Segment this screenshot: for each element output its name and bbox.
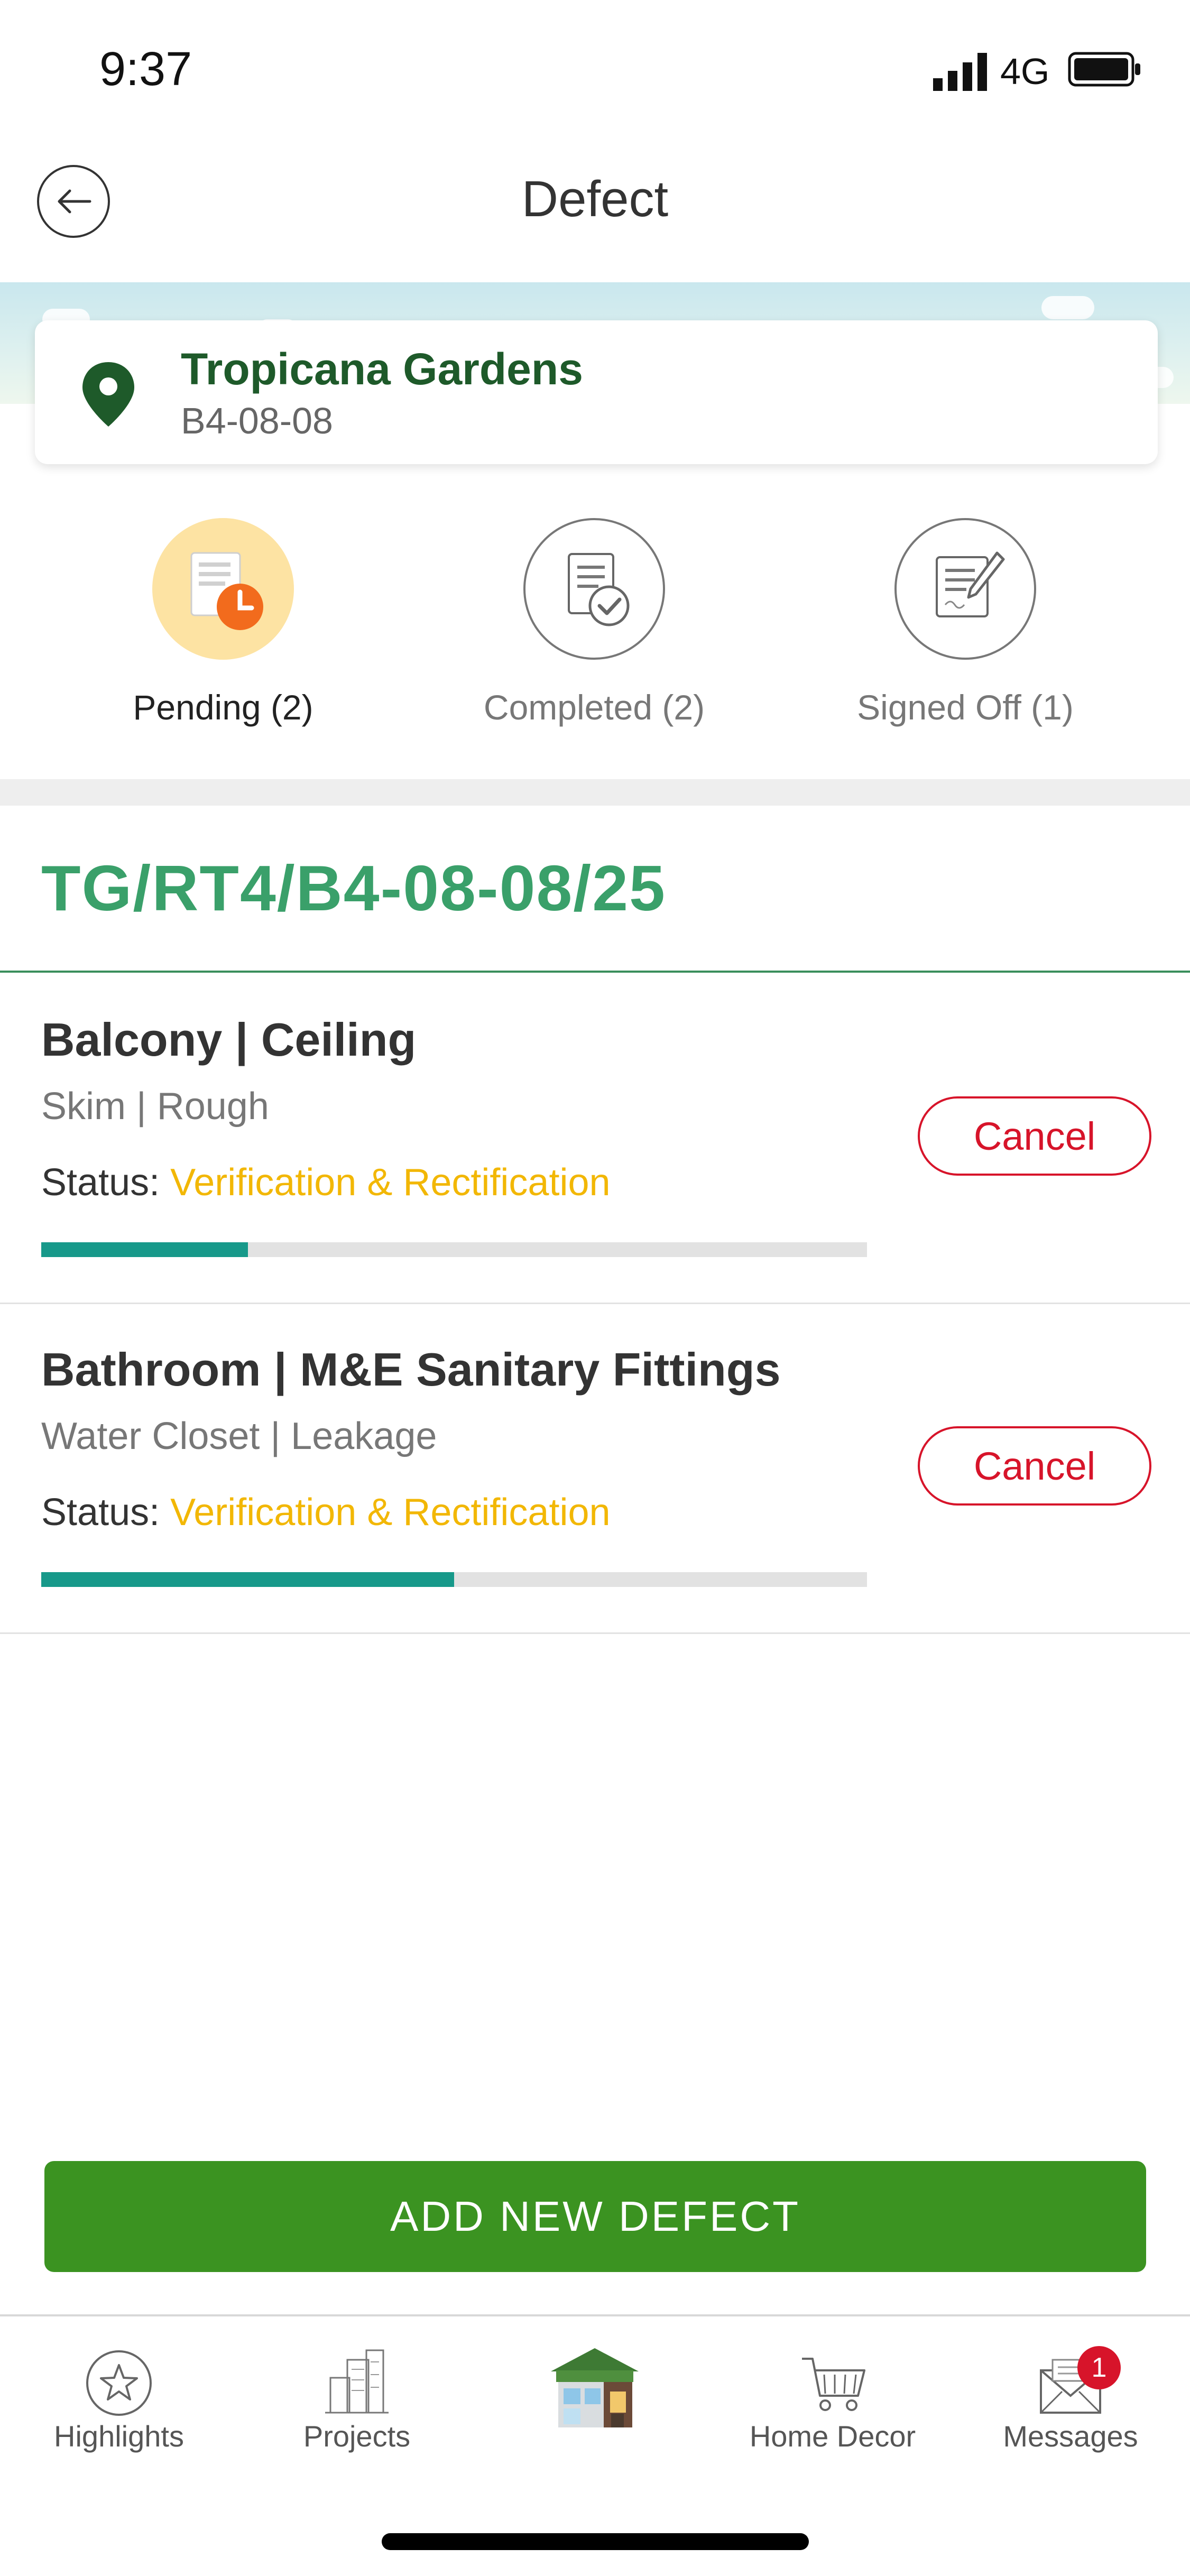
- add-new-defect-button[interactable]: ADD NEW DEFECT: [44, 2161, 1146, 2272]
- nav-projects-label: Projects: [303, 2420, 411, 2453]
- defect-subtitle: Skim | Rough: [41, 1085, 269, 1128]
- tab-signed-off-label: Signed Off (1): [857, 688, 1074, 727]
- status-value: Verification & Rectification: [170, 1491, 611, 1534]
- status-value: Verification & Rectification: [170, 1161, 611, 1204]
- defect-title: Bathroom | M&E Sanitary Fittings: [41, 1343, 781, 1396]
- tab-pending-label: Pending (2): [133, 688, 313, 727]
- nav-projects[interactable]: Projects: [238, 2316, 476, 2475]
- page-title: Defect: [521, 171, 669, 227]
- house-icon: [551, 2348, 639, 2427]
- nav-home[interactable]: [476, 2316, 714, 2475]
- status-bar: 9:37 4G: [0, 0, 1190, 117]
- cancel-button[interactable]: Cancel: [918, 1096, 1151, 1176]
- cancel-button[interactable]: Cancel: [918, 1426, 1151, 1506]
- nav-highlights[interactable]: Highlights: [0, 2316, 238, 2475]
- defect-status: Status: Verification & Rectification: [41, 1491, 611, 1534]
- nav-messages-label: Messages: [1003, 2420, 1138, 2453]
- nav-messages[interactable]: Messages: [952, 2316, 1189, 2475]
- progress-fill: [41, 1242, 248, 1257]
- defect-item[interactable]: Bathroom | M&E Sanitary Fittings Water C…: [0, 1303, 1190, 1634]
- defect-item[interactable]: Balcony | Ceiling Skim | Rough Status: V…: [0, 973, 1190, 1304]
- app-header: Defect: [0, 117, 1190, 282]
- star-icon: [86, 2350, 152, 2416]
- tab-pending[interactable]: Pending (2): [64, 518, 382, 740]
- status-time: 9:37: [99, 43, 192, 96]
- tab-completed[interactable]: Completed (2): [436, 518, 753, 740]
- tab-completed-label: Completed (2): [483, 688, 705, 727]
- tab-signed-off[interactable]: Signed Off (1): [807, 518, 1124, 740]
- progress-fill: [41, 1572, 454, 1587]
- defect-subtitle: Water Closet | Leakage: [41, 1415, 437, 1457]
- status-label: Status:: [41, 1491, 160, 1534]
- defect-title: Balcony | Ceiling: [41, 1013, 417, 1066]
- unit-number: B4-08-08: [181, 400, 333, 441]
- project-name: Tropicana Gardens: [181, 344, 583, 394]
- network-type: 4G: [1000, 51, 1050, 92]
- buildings-icon: [325, 2349, 389, 2414]
- defect-status: Status: Verification & Rectification: [41, 1161, 611, 1204]
- signal-icon: [933, 53, 987, 91]
- home-indicator: [382, 2533, 809, 2550]
- location-pin-icon: [82, 362, 134, 427]
- nav-highlights-label: Highlights: [54, 2420, 184, 2453]
- completed-check-icon: [523, 518, 665, 660]
- section-divider: [0, 779, 1190, 806]
- progress-bar: [41, 1572, 867, 1587]
- progress-bar: [41, 1242, 867, 1257]
- signed-off-pen-icon: [894, 518, 1036, 660]
- nav-home-decor-label: Home Decor: [749, 2420, 916, 2453]
- pending-clock-icon: [152, 518, 294, 660]
- nav-home-decor[interactable]: Home Decor: [714, 2316, 952, 2475]
- defect-reference: TG/RT4/B4-08-08/25: [41, 852, 666, 924]
- location-card: Tropicana Gardens B4-08-08: [35, 320, 1158, 464]
- cart-icon: [802, 2358, 865, 2411]
- status-label: Status:: [41, 1161, 160, 1204]
- messages-badge: 1: [1077, 2346, 1121, 2389]
- battery-icon: [1068, 52, 1140, 87]
